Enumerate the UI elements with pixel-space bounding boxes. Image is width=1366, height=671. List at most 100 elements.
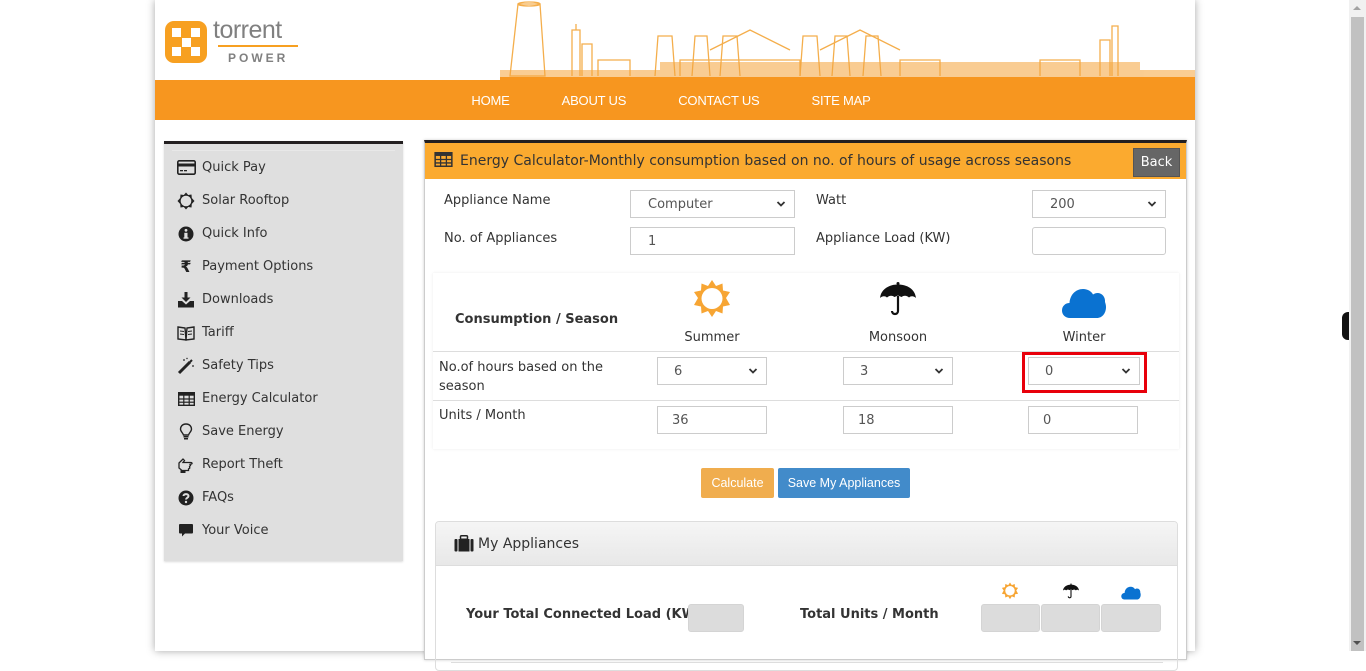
sidebar: Quick Pay Solar Rooftop Quick Info ₹ Pay… [164, 141, 403, 561]
calculate-button[interactable]: Calculate [701, 468, 774, 498]
total-units-label: Total Units / Month [800, 607, 939, 622]
scroll-thumb[interactable] [1351, 17, 1364, 651]
download-icon [176, 291, 196, 309]
appliance-load-input[interactable] [1032, 227, 1166, 255]
chevron-down-icon [748, 368, 758, 374]
sun-icon [1001, 582, 1019, 600]
sidebar-item-label: FAQs [202, 490, 234, 505]
umbrella-icon [880, 282, 916, 316]
page-container: torrent POWER HOME ABOUT US CONTACT US S… [155, 0, 1195, 671]
sidebar-item-payment-options[interactable]: ₹ Payment Options [164, 250, 403, 283]
summer-hours-select[interactable]: 6 [657, 357, 767, 385]
consumption-season-header: Consumption / Season [455, 312, 619, 327]
sidebar-item-save-energy[interactable]: Save Energy [164, 415, 403, 448]
sidebar-item-downloads[interactable]: Downloads [164, 283, 403, 316]
sidebar-item-report-theft[interactable]: Report Theft [164, 448, 403, 481]
chevron-down-icon [1147, 201, 1157, 207]
winter-hours-select[interactable]: 0 [1028, 357, 1140, 385]
hand-pointer-icon [176, 456, 196, 474]
table-divider [433, 400, 1179, 401]
total-load-label: Your Total Connected Load (KW) [466, 607, 702, 622]
monsoon-hours-select[interactable]: 3 [843, 357, 953, 385]
chevron-down-icon [1121, 368, 1131, 374]
sidebar-item-energy-calculator[interactable]: Energy Calculator [164, 382, 403, 415]
watt-select[interactable]: 200 [1032, 190, 1166, 218]
winter-total-units [1101, 604, 1161, 632]
num-appliances-input[interactable]: 1 [630, 227, 795, 255]
cloud-icon [1062, 289, 1106, 318]
sidebar-item-label: Quick Info [202, 226, 268, 241]
sidebar-item-label: Tariff [202, 325, 234, 340]
my-appliances-card: My Appliances Your Total Connected Load … [435, 521, 1178, 671]
sidebar-item-label: Report Theft [202, 457, 283, 472]
summer-units-value: 36 [672, 412, 689, 428]
watt-label: Watt [816, 193, 847, 208]
sidebar-item-label: Save Energy [202, 424, 284, 439]
sidebar-item-quick-pay[interactable]: Quick Pay [164, 151, 403, 184]
appliance-name-label: Appliance Name [444, 193, 551, 208]
magic-wand-icon [176, 357, 196, 375]
question-circle-icon [176, 489, 196, 507]
sun-icon [694, 280, 730, 317]
summer-units-input[interactable]: 36 [657, 406, 767, 434]
logo-underline [218, 45, 298, 47]
sidebar-item-label: Solar Rooftop [202, 193, 290, 208]
scroll-up-arrow-icon[interactable] [1353, 6, 1361, 10]
panel-title: Energy Calculator-Monthly consumption ba… [460, 153, 1072, 169]
monsoon-units-input[interactable]: 18 [843, 406, 953, 434]
winter-hours-value: 0 [1045, 363, 1054, 379]
sidebar-item-label: Downloads [202, 292, 274, 307]
power-plant-banner [500, 1, 1195, 80]
nav-about-us[interactable]: ABOUT US [562, 93, 627, 108]
chevron-down-icon [776, 201, 786, 207]
monsoon-total-units [1041, 604, 1100, 632]
book-icon [176, 324, 196, 342]
chevron-down-icon [934, 368, 944, 374]
nav-contact-us[interactable]: CONTACT US [678, 93, 760, 108]
sidebar-item-label: Payment Options [202, 259, 314, 274]
sidebar-item-quick-info[interactable]: Quick Info [164, 217, 403, 250]
site-header: torrent POWER [155, 0, 1195, 80]
watt-value: 200 [1050, 196, 1075, 212]
my-appliances-title: My Appliances [478, 535, 580, 552]
season-label-winter: Winter [1062, 330, 1106, 345]
info-circle-icon [176, 225, 196, 243]
sidebar-item-solar-rooftop[interactable]: Solar Rooftop [164, 184, 403, 217]
page-scrollbar[interactable] [1349, 0, 1366, 651]
lightbulb-icon [176, 423, 196, 441]
sidebar-item-safety-tips[interactable]: Safety Tips [164, 349, 403, 382]
sidebar-item-label: Quick Pay [202, 160, 266, 175]
summer-hours-value: 6 [674, 363, 683, 379]
sidebar-item-faqs[interactable]: FAQs [164, 481, 403, 514]
cloud-icon [1121, 586, 1141, 600]
comment-icon [176, 522, 196, 540]
season-consumption-table: Consumption / Season Summer Monsoon Wint… [433, 273, 1179, 449]
credit-card-icon [176, 159, 196, 177]
umbrella-icon [1062, 583, 1080, 599]
table-icon [176, 390, 196, 408]
logo-subtitle: POWER [228, 51, 289, 65]
appliance-load-label: Appliance Load (KW) [816, 231, 951, 246]
nav-home[interactable]: HOME [471, 93, 509, 108]
monsoon-units-value: 18 [858, 412, 875, 428]
energy-calculator-panel: Energy Calculator-Monthly consumption ba… [424, 140, 1187, 671]
season-label-monsoon: Monsoon [868, 330, 928, 345]
sidebar-item-label: Energy Calculator [202, 391, 318, 406]
save-my-appliances-button[interactable]: Save My Appliances [778, 468, 910, 498]
sidebar-item-label: Safety Tips [202, 358, 274, 373]
logo-wordmark: torrent [213, 16, 282, 44]
units-row-label: Units / Month [439, 408, 526, 423]
scroll-down-arrow-icon[interactable] [1353, 641, 1361, 645]
nav-site-map[interactable]: SITE MAP [812, 93, 871, 108]
sidebar-item-your-voice[interactable]: Your Voice [164, 514, 403, 547]
torrent-power-logo[interactable]: torrent POWER [165, 16, 305, 66]
back-button[interactable]: Back [1133, 148, 1180, 177]
winter-units-input[interactable]: 0 [1028, 406, 1138, 434]
panel-header: Energy Calculator-Monthly consumption ba… [425, 143, 1186, 179]
appliance-name-value: Computer [648, 196, 713, 212]
appliance-name-select[interactable]: Computer [630, 190, 795, 218]
winter-units-value: 0 [1043, 412, 1052, 428]
sidebar-item-label: Your Voice [202, 523, 269, 538]
sidebar-item-tariff[interactable]: Tariff [164, 316, 403, 349]
card-divider [451, 662, 1163, 663]
